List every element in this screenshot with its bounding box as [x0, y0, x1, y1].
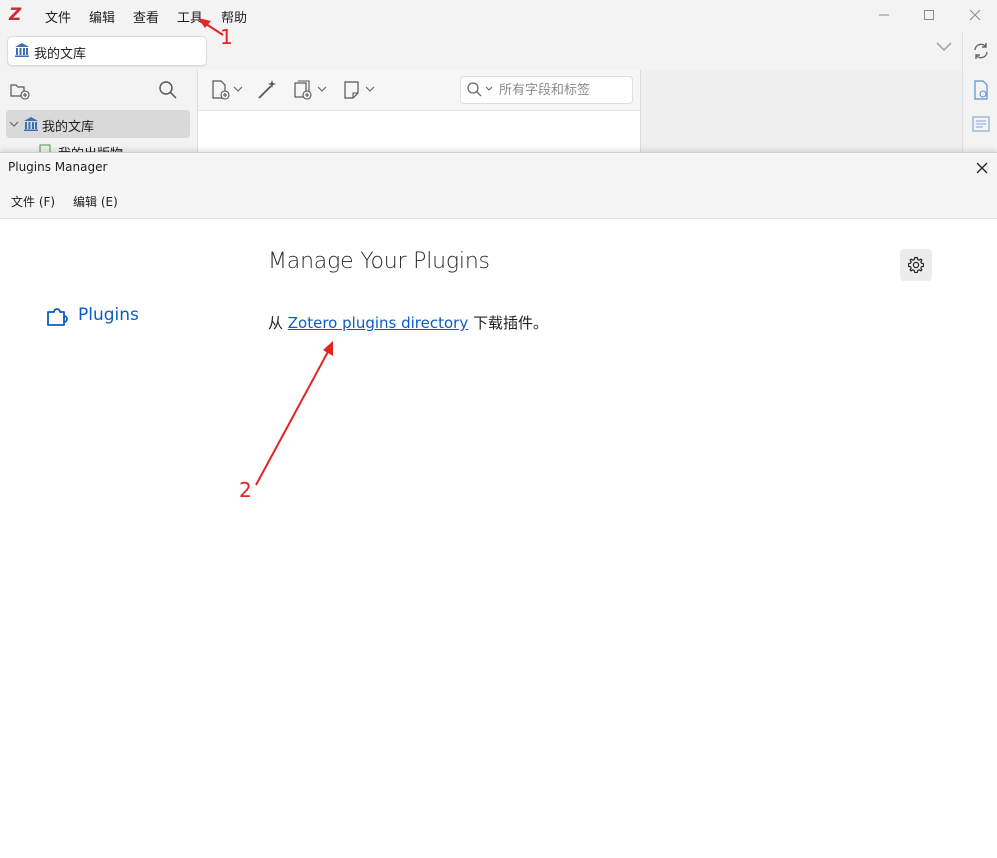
search-box — [460, 76, 633, 104]
add-attachment-icon[interactable] — [292, 79, 328, 101]
tab-label: 我的文库 — [34, 47, 87, 62]
category-label: Plugins — [78, 305, 139, 325]
minimize-button[interactable] — [872, 4, 896, 26]
dialog-menubar: 文件 (F) 编辑 (E) — [0, 183, 997, 219]
gear-icon — [907, 256, 925, 274]
desc-suffix: 下载插件。 — [468, 314, 548, 332]
side-nav — [962, 70, 997, 152]
sync-button[interactable] — [962, 32, 997, 70]
items-toolbar — [198, 70, 640, 111]
settings-button[interactable] — [900, 249, 932, 281]
dialog-menu-file[interactable]: 文件 (F) — [11, 193, 55, 210]
plugins-description: 从 Zotero plugins directory 下载插件。 — [268, 312, 548, 333]
tab-bar: 我的文库 — [0, 32, 997, 71]
plugins-manager-dialog: Plugins Manager 文件 (F) 编辑 (E) Plugins Ma… — [0, 152, 997, 858]
item-pane — [641, 70, 962, 152]
close-icon — [969, 9, 981, 21]
category-plugins[interactable]: Plugins — [46, 301, 139, 329]
library-icon — [24, 117, 38, 131]
chevron-down-icon[interactable] — [935, 40, 953, 52]
search-icon[interactable] — [158, 80, 178, 100]
annotation-label-1: 1 — [220, 25, 233, 49]
tree-item-my-library[interactable]: 我的文库 — [6, 110, 190, 138]
dialog-close-button[interactable] — [971, 157, 993, 179]
menu-edit[interactable]: 编辑 — [89, 7, 115, 26]
puzzle-icon — [47, 308, 68, 326]
magic-wand-icon[interactable] — [256, 79, 278, 101]
search-input[interactable] — [499, 81, 623, 99]
chevron-down-icon[interactable] — [9, 119, 19, 129]
menu-tools[interactable]: 工具 — [177, 7, 203, 26]
dialog-menu-edit[interactable]: 编辑 (E) — [73, 193, 118, 210]
abstract-icon[interactable] — [972, 115, 990, 133]
new-collection-icon[interactable] — [9, 80, 31, 100]
minimize-icon — [879, 14, 889, 16]
close-window-button[interactable] — [963, 4, 987, 26]
menu-help[interactable]: 帮助 — [221, 7, 247, 26]
close-icon — [976, 162, 988, 174]
page-title: Manage Your Plugins — [268, 249, 490, 274]
desc-prefix: 从 — [268, 314, 288, 332]
library-icon — [15, 43, 29, 57]
zotero-logo: Z — [9, 5, 22, 25]
annotation-label-2: 2 — [239, 478, 252, 502]
new-note-icon[interactable] — [342, 79, 376, 101]
collections-pane: 我的文库 我的出版物 — [0, 70, 198, 158]
dialog-title: Plugins Manager — [8, 160, 108, 174]
tree-item-label: 我的文库 — [42, 120, 95, 135]
search-icon[interactable] — [466, 81, 496, 99]
menu-file[interactable]: 文件 — [45, 7, 71, 26]
info-doc-icon[interactable] — [972, 80, 990, 100]
sync-icon — [974, 43, 988, 59]
maximize-button[interactable] — [917, 4, 941, 26]
plugins-directory-link[interactable]: Zotero plugins directory — [288, 314, 468, 332]
new-item-icon[interactable] — [210, 79, 244, 101]
maximize-icon — [924, 10, 934, 20]
tab-my-library[interactable]: 我的文库 — [7, 36, 207, 66]
menu-view[interactable]: 查看 — [133, 7, 159, 26]
items-pane — [198, 70, 641, 152]
main-titlebar: Z 文件 编辑 查看 工具 帮助 — [0, 0, 997, 32]
dialog-titlebar: Plugins Manager — [0, 153, 997, 183]
